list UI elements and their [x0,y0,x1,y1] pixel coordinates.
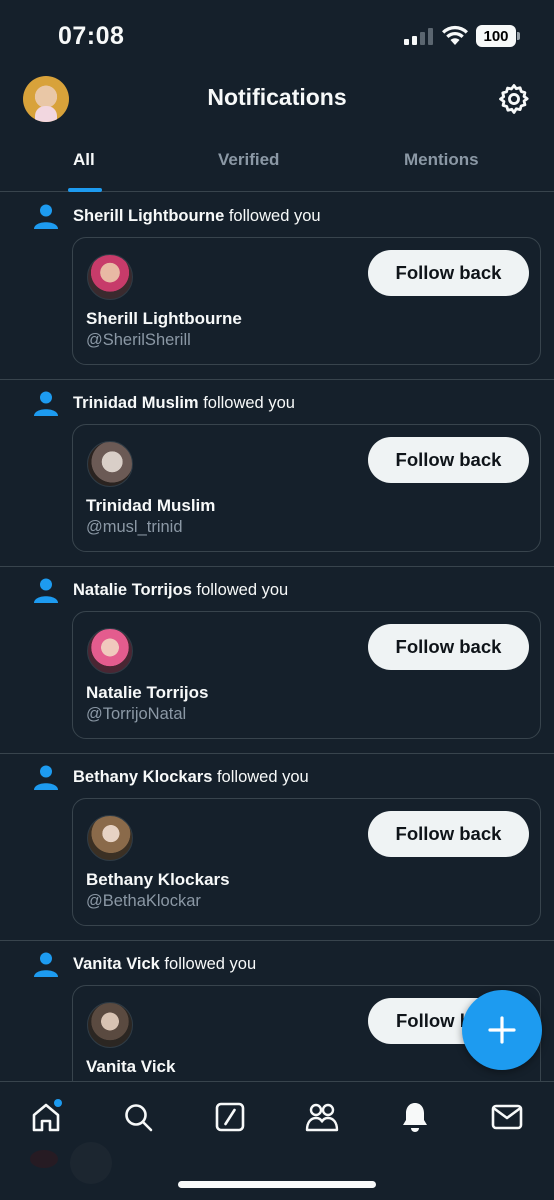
notification-item[interactable]: Bethany Klockars followed you Follow bac… [0,754,554,941]
notification-item[interactable]: Natalie Torrijos followed you Follow bac… [0,567,554,754]
compose-button[interactable] [462,990,542,1070]
notification-tabs: All Verified Mentions [0,138,554,192]
gear-icon[interactable] [497,82,531,116]
follow-back-button[interactable]: Follow back [368,624,529,670]
user-name: Bethany Klockars [86,870,230,889]
nav-search[interactable] [120,1099,156,1135]
user-card[interactable]: Follow back Bethany Klockars @BethaKlock… [72,798,541,926]
notification-dot [54,1099,62,1107]
actor-name[interactable]: Natalie Torrijos [73,581,192,599]
user-card[interactable]: Follow back Trinidad Muslim @musl_trinid [72,424,541,552]
user-handle: @musl_trinid [86,518,183,536]
bell-icon [403,1103,427,1132]
status-bar: 07:08 100 [0,0,554,68]
person-icon [34,391,58,416]
person-icon [34,952,58,977]
background-blur [30,1150,58,1168]
tab-all[interactable]: All [73,150,95,170]
mail-icon [491,1104,523,1130]
avatar[interactable] [87,815,133,861]
person-icon [34,204,58,229]
actor-name[interactable]: Bethany Klockars [73,768,212,786]
header: Notifications [0,70,554,128]
wifi-icon [442,25,468,45]
avatar[interactable] [87,254,133,300]
search-icon [125,1104,153,1132]
action-text: followed you [198,394,295,412]
tab-mentions[interactable]: Mentions [404,150,479,170]
active-tab-indicator [68,188,102,192]
actor-name[interactable]: Vanita Vick [73,955,160,973]
follow-back-button[interactable]: Follow back [368,811,529,857]
tab-verified[interactable]: Verified [218,150,279,170]
communities-icon [305,1103,339,1132]
person-icon [34,578,58,603]
user-name: Trinidad Muslim [86,496,216,515]
background-blur [70,1142,112,1184]
follow-back-button[interactable]: Follow back [368,437,529,483]
avatar[interactable] [87,1002,133,1048]
action-text: followed you [191,581,289,599]
avatar[interactable] [87,628,133,674]
user-card[interactable]: Follow back Sherill Lightbourne @SherilS… [72,237,541,365]
notification-text: Bethany Klockars followed you [73,768,309,787]
notification-item[interactable]: Trinidad Muslim followed you Follow back… [0,380,554,567]
user-name: Sherill Lightbourne [86,309,242,328]
user-handle: @TorrijoNatal [86,705,187,723]
cellular-signal-icon [404,27,433,45]
actor-name[interactable]: Sherill Lightbourne [73,207,224,225]
user-name: Natalie Torrijos [86,683,209,702]
home-indicator[interactable] [178,1181,376,1188]
notification-item[interactable]: Sherill Lightbourne followed you Follow … [0,193,554,380]
action-text: followed you [224,207,321,225]
user-name: Vanita Vick [86,1057,176,1076]
follow-back-button[interactable]: Follow back [368,250,529,296]
notification-text: Natalie Torrijos followed you [73,581,288,600]
page-title: Notifications [207,84,347,110]
action-text: followed you [212,768,309,786]
plus-icon [488,1016,516,1044]
notification-text: Sherill Lightbourne followed you [73,207,321,226]
nav-home[interactable] [28,1099,64,1135]
user-handle: @BethaKlockar [86,892,201,910]
nav-notifications[interactable] [397,1099,433,1135]
avatar[interactable] [87,441,133,487]
bottom-nav [0,1081,554,1200]
grok-icon [215,1102,245,1132]
notification-text: Vanita Vick followed you [73,955,256,974]
notification-text: Trinidad Muslim followed you [73,394,295,413]
battery-indicator: 100 [476,25,520,47]
status-time: 07:08 [58,22,125,50]
nav-communities[interactable] [304,1099,340,1135]
user-card[interactable]: Follow back Natalie Torrijos @TorrijoNat… [72,611,541,739]
person-icon [34,765,58,790]
user-handle: @SherilSherill [86,331,191,349]
nav-messages[interactable] [489,1099,525,1135]
actor-name[interactable]: Trinidad Muslim [73,394,199,412]
notification-feed: Sherill Lightbourne followed you Follow … [0,193,554,1128]
nav-grok[interactable] [212,1099,248,1135]
action-text: followed you [159,955,257,973]
